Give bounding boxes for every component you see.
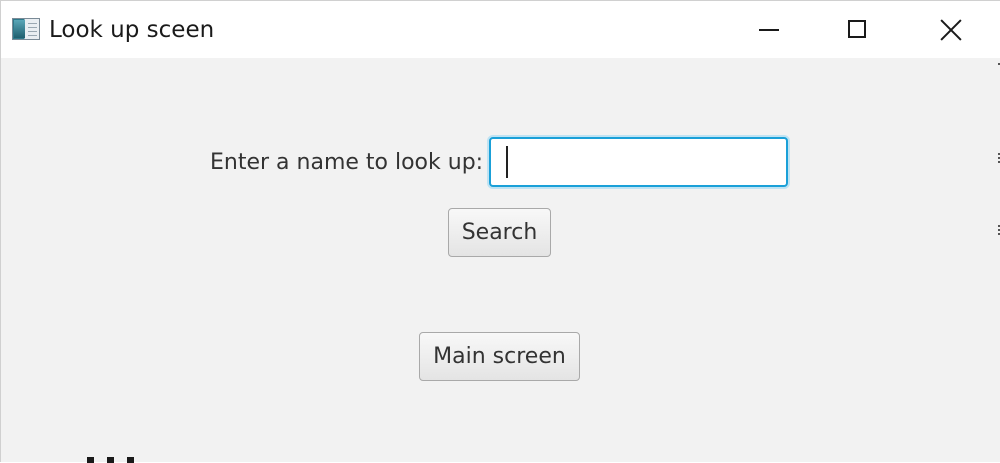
close-icon [940, 19, 962, 41]
lookup-window: Look up sceen Enter a name to look up: S… [0, 0, 1000, 463]
name-label: Enter a name to look up: [210, 150, 484, 175]
name-input[interactable] [489, 137, 788, 187]
search-button[interactable]: Search [448, 208, 551, 257]
title-bar[interactable]: Look up sceen [1, 1, 1000, 58]
main-screen-button[interactable]: Main screen [419, 332, 580, 381]
maximize-icon [848, 20, 866, 38]
background-window-edge [996, 53, 1000, 253]
window-title: Look up sceen [49, 17, 215, 43]
maximize-button[interactable] [811, 1, 905, 58]
text-caret [506, 146, 508, 178]
close-button[interactable] [905, 1, 999, 58]
minimize-button[interactable] [721, 1, 815, 58]
minimize-icon [759, 29, 779, 31]
application-window-icon [12, 18, 40, 40]
